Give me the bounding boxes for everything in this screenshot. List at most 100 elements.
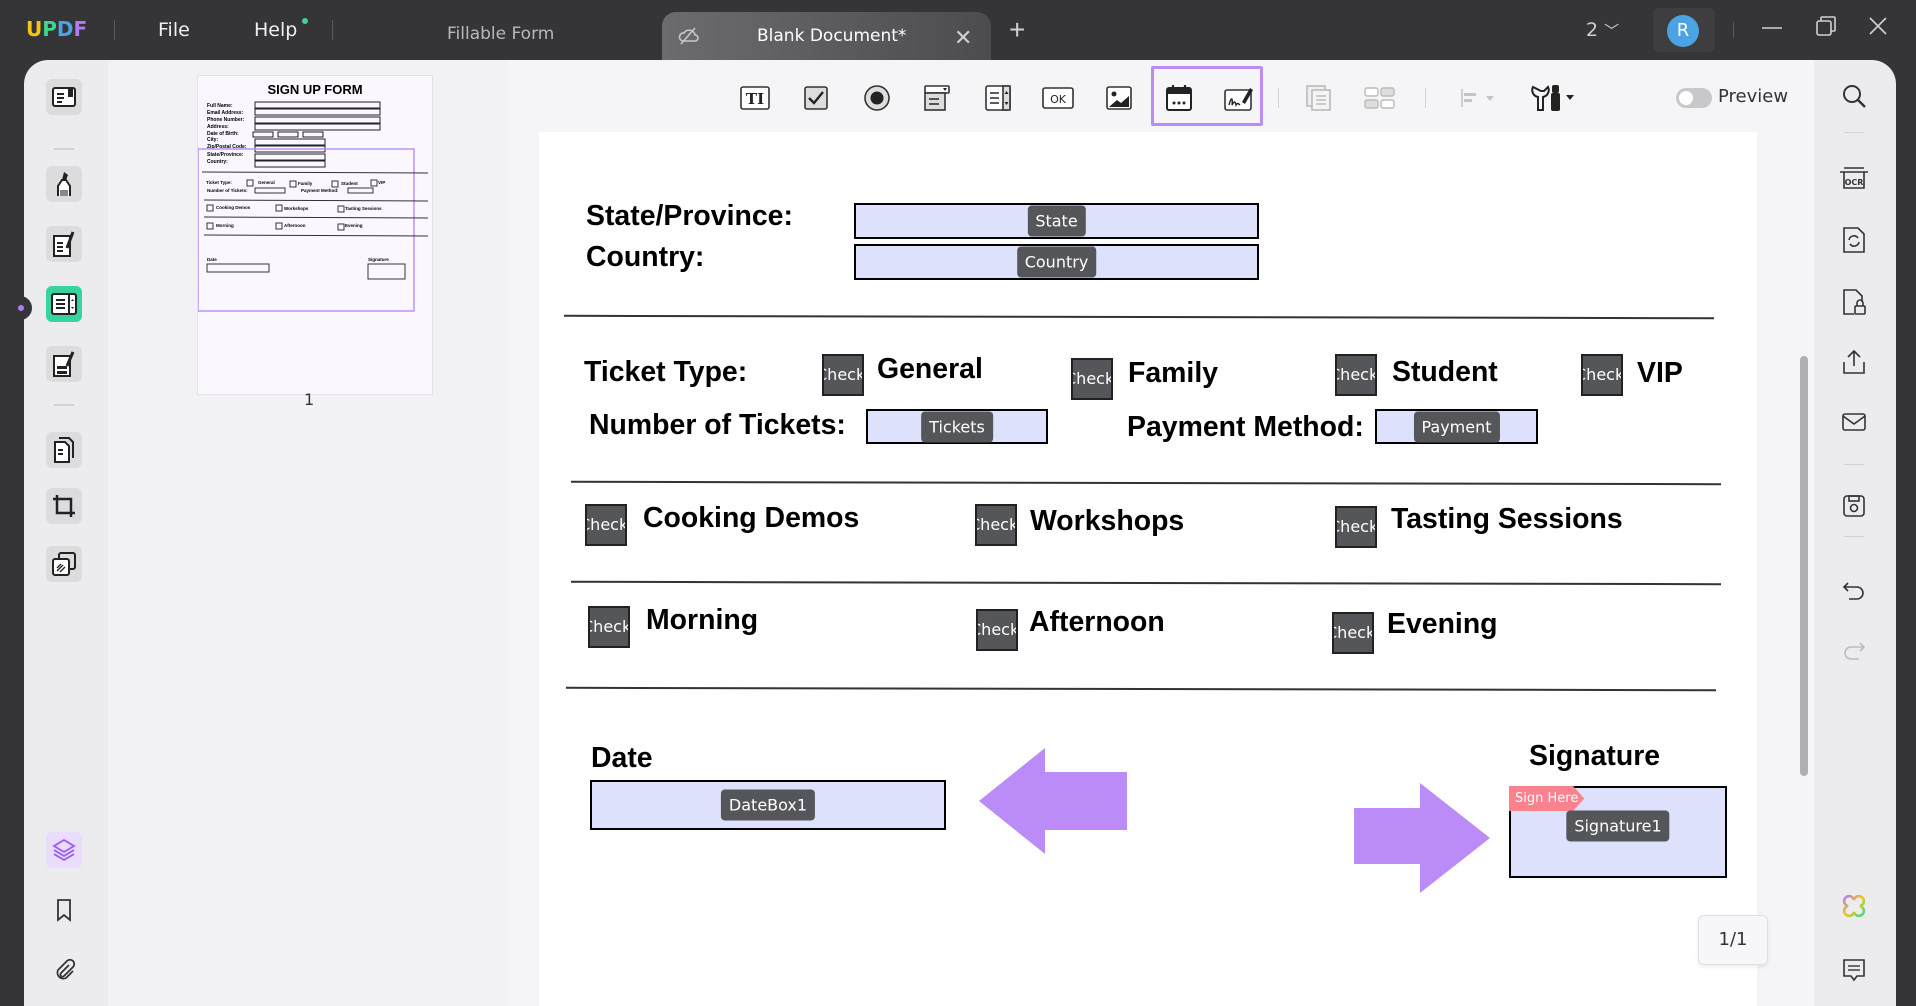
menu-help[interactable]: Help xyxy=(254,19,297,41)
ai-assistant-button[interactable] xyxy=(1838,890,1870,922)
minimize-button[interactable] xyxy=(1760,14,1784,38)
option-vip: VIP xyxy=(1637,357,1683,389)
divider xyxy=(1844,536,1864,537)
tickets-field[interactable]: Tickets xyxy=(866,409,1048,444)
tab-fillable-form[interactable]: Fillable Form xyxy=(447,24,554,44)
fill-sign-button[interactable] xyxy=(46,346,82,382)
checkbox-vip[interactable]: Check Box xyxy=(1581,354,1623,396)
thumbnail-preview: SIGN UP FORM Full Name:Email Address:Pho… xyxy=(198,76,432,394)
properties-tool[interactable] xyxy=(1528,82,1576,114)
paperclip-icon xyxy=(56,958,76,980)
radio-button-tool[interactable] xyxy=(861,82,893,114)
avatar: R xyxy=(1667,15,1699,47)
reader-button[interactable] xyxy=(46,79,82,115)
document-area: TI OK Preview State/Province: State Coun… xyxy=(508,60,1814,1006)
checkbox-tag: Check Box xyxy=(1337,365,1377,384)
crop-icon xyxy=(53,495,75,517)
svg-text:VIP: VIP xyxy=(378,180,385,185)
lock-file-icon xyxy=(1843,289,1866,315)
ocr-button[interactable]: OCR xyxy=(1838,162,1870,194)
email-button[interactable] xyxy=(1838,406,1870,438)
checkbox-tag: Check Box xyxy=(1334,623,1374,642)
page-number-label: 1 xyxy=(304,390,315,409)
signature-field[interactable]: Sign Here Signature1 xyxy=(1509,786,1727,878)
image-field-tool[interactable] xyxy=(1103,82,1135,114)
checkbox-evening[interactable]: Check Box xyxy=(1332,612,1374,654)
state-field[interactable]: State xyxy=(854,203,1259,239)
list-box-tool[interactable] xyxy=(982,82,1014,114)
date-field-tool[interactable] xyxy=(1163,82,1195,114)
save-button[interactable] xyxy=(1838,490,1870,522)
comments-button[interactable] xyxy=(1838,954,1870,986)
crop-button[interactable] xyxy=(46,488,82,524)
button-tool[interactable]: OK xyxy=(1042,82,1074,114)
date-label: Date xyxy=(591,742,653,774)
attachments-button[interactable] xyxy=(46,952,82,988)
protect-button[interactable] xyxy=(1838,286,1870,318)
close-window-button[interactable] xyxy=(1866,14,1890,38)
duplicate-fields-tool[interactable] xyxy=(1303,82,1335,114)
menu-file[interactable]: File xyxy=(158,19,190,41)
redo-button[interactable] xyxy=(1838,634,1870,666)
field-name-tag: Signature1 xyxy=(1566,810,1670,842)
restore-button[interactable] xyxy=(1814,14,1838,38)
checkbox-morning[interactable]: Check Box xyxy=(588,606,630,648)
page-thumbnail[interactable]: SIGN UP FORM Full Name: Email Address: Pho… xyxy=(198,76,432,394)
grid-icon xyxy=(1364,87,1395,109)
svg-text:Evening: Evening xyxy=(345,223,363,228)
share-button[interactable] xyxy=(1838,346,1870,378)
organize-pages-button[interactable] xyxy=(46,432,82,468)
active-indicator xyxy=(16,296,32,320)
convert-button[interactable] xyxy=(1838,224,1870,256)
form-toolbar: TI OK Preview xyxy=(508,60,1814,132)
svg-text:General: General xyxy=(258,180,275,185)
edit-button[interactable] xyxy=(46,226,82,262)
align-tool[interactable] xyxy=(1458,82,1498,114)
date-field[interactable]: DateBox1 xyxy=(590,780,946,830)
new-tab-button[interactable]: + xyxy=(1009,14,1025,46)
svg-text:City:: City: xyxy=(207,137,218,143)
checkbox-tasting-sessions[interactable]: Check Box xyxy=(1335,506,1377,548)
signature-field-tool[interactable] xyxy=(1223,82,1255,114)
layers-button[interactable] xyxy=(46,832,82,868)
bookmarks-button[interactable] xyxy=(46,892,82,928)
tab-blank-document[interactable]: Blank Document* ✕ xyxy=(662,12,991,60)
checkbox-cooking-demos[interactable]: Check Box xyxy=(585,504,627,546)
payment-label: Payment Method: xyxy=(1127,411,1364,443)
search-button[interactable] xyxy=(1838,80,1870,112)
svg-text:Number of Tickets:: Number of Tickets: xyxy=(207,188,248,193)
layers-icon xyxy=(52,838,76,862)
svg-text:Email Address:: Email Address: xyxy=(207,110,244,116)
checkbox-general[interactable]: Check Box xyxy=(822,354,864,396)
left-arrow-annotation xyxy=(979,748,1127,854)
comment-button[interactable] xyxy=(46,166,82,202)
form-button[interactable] xyxy=(46,286,82,322)
page-indicator[interactable]: 1/1 xyxy=(1698,915,1768,965)
image-icon xyxy=(1106,86,1132,110)
dropdown-tool[interactable] xyxy=(921,82,953,114)
account-button[interactable]: R xyxy=(1653,8,1715,52)
arrange-grid-tool[interactable] xyxy=(1364,82,1396,114)
window-count[interactable]: 2 ﹀ xyxy=(1586,19,1619,41)
option-morning: Morning xyxy=(646,604,759,636)
vertical-scrollbar[interactable] xyxy=(1800,356,1808,776)
close-tab-icon[interactable]: ✕ xyxy=(954,25,972,51)
checkbox-family[interactable]: Check Box xyxy=(1071,358,1113,400)
checkbox-workshops[interactable]: Check Box xyxy=(975,504,1017,546)
undo-icon xyxy=(1842,582,1864,600)
watermark-button[interactable] xyxy=(46,546,82,582)
checkbox-afternoon[interactable]: Check Box xyxy=(976,609,1018,651)
svg-text:Payment Method:: Payment Method: xyxy=(301,188,339,193)
checkbox-tool[interactable] xyxy=(800,82,832,114)
ocr-icon: OCR xyxy=(1840,167,1868,189)
pdf-page: State/Province: State Country: Country T… xyxy=(539,132,1757,1006)
text-field-tool[interactable]: TI xyxy=(739,82,771,114)
undo-button[interactable] xyxy=(1838,574,1870,606)
country-field[interactable]: Country xyxy=(854,244,1259,280)
field-name-tag: State xyxy=(1027,205,1086,237)
preview-toggle[interactable] xyxy=(1676,88,1712,108)
divider-line xyxy=(570,580,1722,586)
checkbox-student[interactable]: Check Box xyxy=(1335,354,1377,396)
payment-field[interactable]: Payment xyxy=(1375,409,1538,444)
field-name-tag: Tickets xyxy=(921,411,993,442)
